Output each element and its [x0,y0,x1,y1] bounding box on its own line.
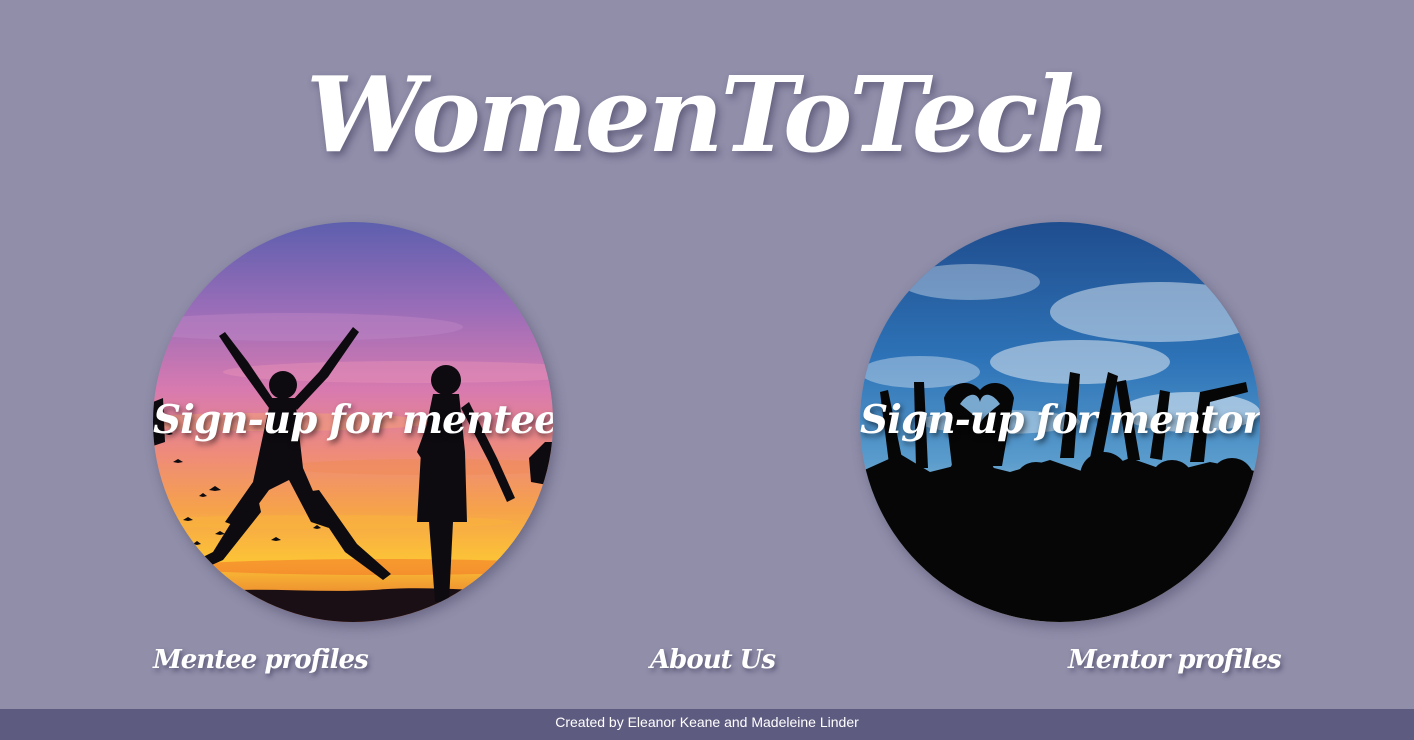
footer-bar: Created by Eleanor Keane and Madeleine L… [0,709,1414,740]
mentee-profiles-link[interactable]: Mentee profiles [153,638,369,682]
footer-credit: Created by Eleanor Keane and Madeleine L… [555,714,859,730]
signup-mentors-label: Sign-up for mentors [860,397,1260,443]
signup-mentors-button[interactable]: Sign-up for mentors [860,222,1260,622]
signup-mentees-button[interactable]: Sign-up for mentees [153,222,553,622]
about-us-link[interactable]: About Us [650,638,776,682]
mentor-profiles-link[interactable]: Mentor profiles [1068,638,1282,682]
signup-mentees-label: Sign-up for mentees [153,397,553,443]
site-title: WomenToTech [306,53,1111,176]
